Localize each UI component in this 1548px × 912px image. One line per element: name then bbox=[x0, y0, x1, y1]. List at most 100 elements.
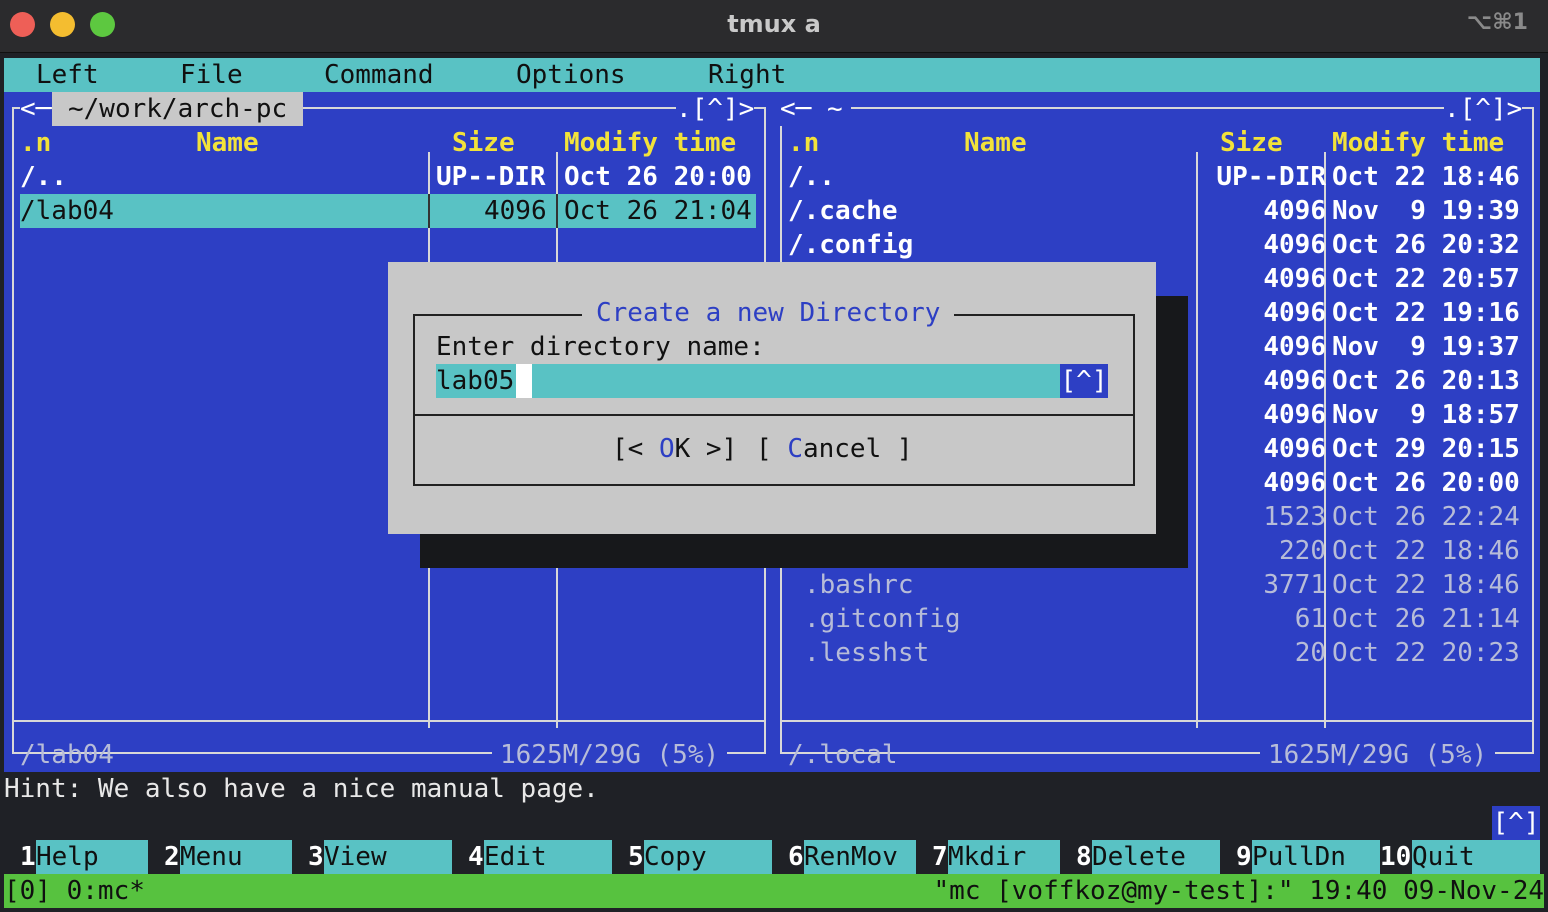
file-mtime: Oct 22 18:46 bbox=[1332, 570, 1520, 600]
menu-options[interactable]: Options bbox=[516, 58, 626, 92]
right-mini-divider bbox=[782, 720, 1532, 722]
file-mtime: Oct 26 20:32 bbox=[1332, 230, 1520, 260]
fkey-quit[interactable]: Quit bbox=[1412, 840, 1540, 874]
ok-hotkey: O bbox=[658, 434, 675, 464]
right-mini-status: /.local bbox=[788, 740, 898, 770]
menu-left[interactable]: Left bbox=[36, 58, 99, 92]
file-size: 4096 bbox=[1263, 298, 1326, 328]
left-corner-arrow[interactable]: <─ bbox=[20, 92, 52, 126]
menu-right[interactable]: Right bbox=[708, 58, 786, 92]
file-name: /.cache bbox=[788, 196, 898, 226]
hint-line: Hint: We also have a nice manual page. bbox=[4, 774, 599, 804]
fkey-9-number: 9 bbox=[1236, 840, 1252, 874]
left-header-sort[interactable]: .n bbox=[20, 126, 51, 160]
file-name: /.. bbox=[20, 162, 67, 192]
file-size: UP--DIR bbox=[436, 162, 546, 192]
file-size: 4096 bbox=[1263, 230, 1326, 260]
file-mtime: Oct 22 18:46 bbox=[1332, 162, 1520, 192]
fkey-2-number: 2 bbox=[164, 840, 180, 874]
directory-name-input[interactable]: lab05 bbox=[436, 364, 1060, 398]
file-size: 220 bbox=[1279, 536, 1326, 566]
fkey-view[interactable]: View bbox=[324, 840, 452, 874]
file-mtime: Oct 26 21:14 bbox=[1332, 604, 1520, 634]
window-titlebar: tmux a ⌥⌘1 bbox=[0, 0, 1548, 53]
fkey-3-number: 3 bbox=[308, 840, 324, 874]
file-name: .bashrc bbox=[804, 570, 914, 600]
right-disk-usage: 1625M/29G (5%) bbox=[1260, 738, 1496, 772]
file-size: 3771 bbox=[1263, 570, 1326, 600]
menu-file[interactable]: File bbox=[180, 58, 243, 92]
fkey-mkdir[interactable]: Mkdir bbox=[948, 840, 1060, 874]
terminal[interactable]: Left File Command Options Right <─ ~/wor… bbox=[4, 58, 1544, 908]
fkey-1-number: 1 bbox=[20, 840, 36, 874]
file-name: /.. bbox=[788, 162, 835, 192]
fkey-delete[interactable]: Delete bbox=[1092, 840, 1220, 874]
file-mtime: Oct 29 20:15 bbox=[1332, 434, 1520, 464]
left-path: ~/work/arch-pc bbox=[52, 92, 304, 126]
file-name: /.config bbox=[788, 230, 914, 260]
file-mtime: Oct 26 20:00 bbox=[564, 162, 752, 192]
file-size: 61 bbox=[1294, 604, 1326, 634]
left-corner-controls[interactable]: .[^]> bbox=[676, 92, 755, 126]
file-size: 20 bbox=[1294, 638, 1326, 668]
fkey-menu[interactable]: Menu bbox=[180, 840, 292, 874]
fkey-6-number: 6 bbox=[788, 840, 804, 874]
right-header-name[interactable]: Name bbox=[964, 126, 1027, 160]
file-size: 4096 bbox=[1263, 196, 1326, 226]
right-header-sort[interactable]: .n bbox=[788, 126, 819, 160]
dialog-prompt: Enter directory name: bbox=[436, 332, 765, 362]
ok-open: [< bbox=[612, 434, 659, 464]
file-mtime: Nov 9 18:57 bbox=[1332, 400, 1520, 430]
left-mini-status: /lab04 bbox=[20, 740, 114, 770]
fkey-edit[interactable]: Edit bbox=[484, 840, 612, 874]
fkey-10-number: 10 bbox=[1380, 840, 1412, 874]
tmux-window-list[interactable]: [0] 0:mc* bbox=[4, 874, 145, 908]
file-mtime: Oct 22 20:23 bbox=[1332, 638, 1520, 668]
history-button[interactable]: [^] bbox=[1060, 364, 1108, 398]
left-header-size[interactable]: Size bbox=[452, 126, 515, 160]
mkdir-dialog: Create a new Directory Enter directory n… bbox=[388, 262, 1156, 534]
file-mtime: Nov 9 19:37 bbox=[1332, 332, 1520, 362]
window-title: tmux a bbox=[727, 10, 821, 38]
file-size: 4096 bbox=[1263, 434, 1326, 464]
input-value: lab05 bbox=[436, 366, 515, 396]
right-header-mtime[interactable]: Modify time bbox=[1332, 126, 1504, 160]
fkey-8-number: 8 bbox=[1076, 840, 1092, 874]
fkey-7-number: 7 bbox=[932, 840, 948, 874]
fkey-copy[interactable]: Copy bbox=[644, 840, 772, 874]
left-header-mtime[interactable]: Modify time bbox=[564, 126, 736, 160]
command-history-button[interactable]: [^] bbox=[1492, 806, 1540, 840]
fkey-5-number: 5 bbox=[628, 840, 644, 874]
file-size: UP--DIR bbox=[1216, 162, 1326, 192]
tmux-status-bar: [0] 0:mc* "mc [voffkoz@my-test]:" 19:40 … bbox=[4, 874, 1544, 908]
dialog-divider bbox=[413, 414, 1135, 416]
fkey-pulldn[interactable]: PullDn bbox=[1252, 840, 1380, 874]
fkey-help[interactable]: Help bbox=[36, 840, 148, 874]
file-size: 4096 bbox=[1263, 400, 1326, 430]
text-cursor bbox=[516, 364, 532, 398]
file-size: 4096 bbox=[484, 196, 547, 226]
cancel-open: [ bbox=[756, 434, 788, 464]
right-corner-path[interactable]: <─ ~ bbox=[780, 92, 851, 126]
left-mini-divider bbox=[14, 720, 764, 722]
cancel-hotkey: C bbox=[787, 434, 803, 464]
right-column-divider-1 bbox=[1196, 152, 1198, 728]
ok-button[interactable]: [< OK >] bbox=[612, 432, 737, 466]
file-mtime: Oct 26 22:24 bbox=[1332, 502, 1520, 532]
right-header-size[interactable]: Size bbox=[1220, 126, 1283, 160]
left-header-name[interactable]: Name bbox=[196, 126, 259, 160]
file-mtime: Oct 26 21:04 bbox=[564, 196, 752, 226]
file-mtime: Oct 26 20:13 bbox=[1332, 366, 1520, 396]
file-mtime: Oct 22 19:16 bbox=[1332, 298, 1520, 328]
cancel-button[interactable]: [ Cancel ] bbox=[756, 432, 913, 466]
fkey-renmov[interactable]: RenMov bbox=[804, 840, 916, 874]
window-shortcut: ⌥⌘1 bbox=[1466, 10, 1528, 35]
file-size: 1523 bbox=[1263, 502, 1326, 532]
menu-command[interactable]: Command bbox=[324, 58, 434, 92]
left-disk-usage: 1625M/29G (5%) bbox=[492, 738, 728, 772]
file-name: /lab04 bbox=[20, 196, 114, 226]
cancel-rest: ancel ] bbox=[802, 434, 913, 464]
ok-rest: K >] bbox=[674, 434, 738, 464]
right-corner-controls[interactable]: .[^]> bbox=[1444, 92, 1523, 126]
file-mtime: Nov 9 19:39 bbox=[1332, 196, 1520, 226]
